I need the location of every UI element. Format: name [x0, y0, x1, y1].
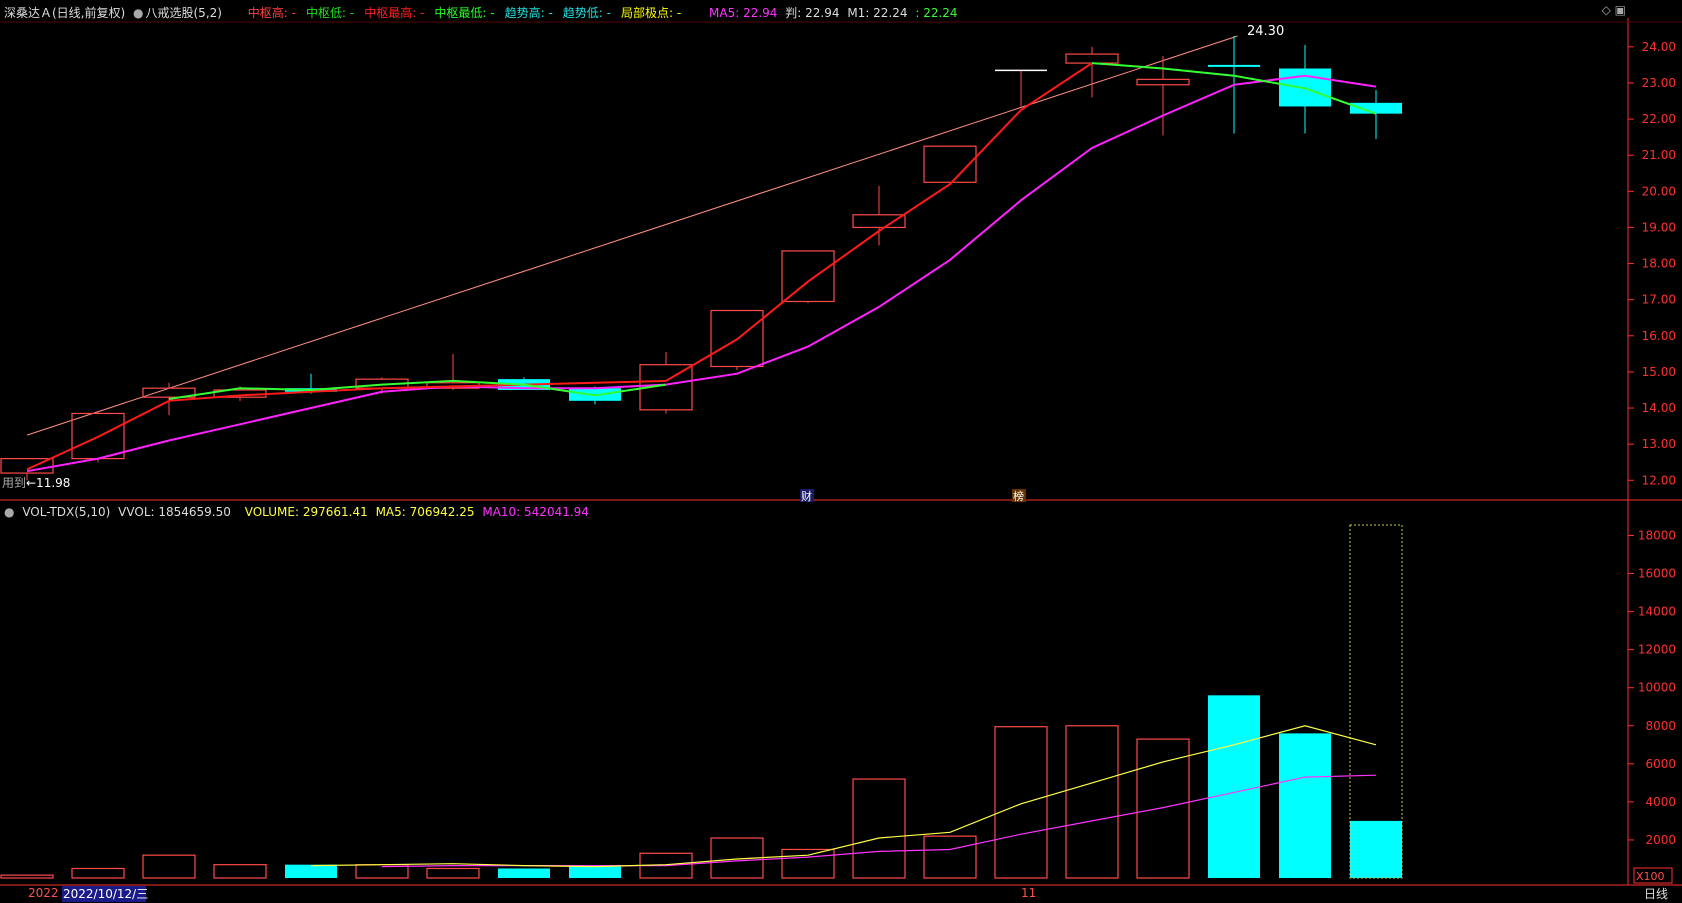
- price-tick-label: 12.00: [1642, 473, 1676, 487]
- price-tick-label: 20.00: [1642, 184, 1676, 198]
- volume-unit-label: X100: [1636, 870, 1665, 883]
- circle-icon: ●: [133, 6, 144, 20]
- ma-magenta-line: [26, 74, 1377, 473]
- volume-bar-down: [285, 864, 337, 878]
- price-tick-label: 16.00: [1642, 329, 1676, 343]
- indicator-item: 趋势高: -: [504, 6, 553, 20]
- volume-bar-up: [781, 848, 835, 879]
- indicator-name: 八戒选股(5,2): [145, 6, 222, 20]
- trendline: [26, 35, 1238, 436]
- candle-body-up: [1136, 78, 1190, 86]
- low-price-label: ←11.98: [26, 476, 70, 490]
- price-axis-ticks: 12.00 13.00 14.00 15.00 16.00 17.00 18.00 19.00…: [1628, 40, 1676, 487]
- volume-bar-down: [1208, 695, 1260, 878]
- volume-bar-up: [923, 835, 977, 879]
- volume-value: VOLUME: 297661.41: [244, 505, 368, 519]
- volume-tick-label: 12000: [1638, 643, 1676, 657]
- volume-bar-up: [852, 778, 906, 879]
- volume-tick-label: 6000: [1645, 757, 1676, 771]
- indicator-item: 中枢高: -: [247, 6, 296, 20]
- month-marker: 11: [1021, 886, 1036, 900]
- volume-tick-label: 14000: [1638, 605, 1676, 619]
- volume-tick-label: 10000: [1638, 681, 1676, 695]
- volume-bar-up: [426, 867, 480, 879]
- price-header: 深桑达Ａ(日线,前复权) ● 八戒选股(5,2) 中枢高: - 中枢低: - 中枢最高…: [4, 4, 962, 21]
- vol-ma10-value: MA10: 542041.94: [482, 505, 589, 519]
- finance-badge-label: 财: [801, 489, 812, 503]
- candle-body-up: [852, 214, 906, 229]
- pan-value: 判: 22.94: [785, 6, 840, 20]
- trendline-segment: [26, 35, 1238, 436]
- volume-circle-icon: ●: [4, 505, 15, 519]
- volume-bar-up: [71, 867, 125, 879]
- volume-tick-label: 18000: [1638, 528, 1676, 542]
- volume-tick-label: 16000: [1638, 567, 1676, 581]
- volume-bar-down: [498, 868, 550, 878]
- price-tick-label: 23.00: [1642, 76, 1676, 90]
- indicator-item: 中枢低: -: [305, 6, 355, 20]
- indicator-item: 中枢最高: -: [364, 6, 425, 20]
- indicator-item: 趋势低: -: [562, 6, 611, 20]
- low-price-prefix: 用到: [2, 476, 26, 490]
- volume-tick-label: 8000: [1645, 719, 1676, 733]
- date-label: 2022/10/12/三: [63, 887, 148, 901]
- indicator-item: 中枢最低: -: [434, 6, 495, 20]
- diamond-icon[interactable]: ◇: [1602, 3, 1611, 17]
- price-tick-label: 14.00: [1642, 401, 1676, 415]
- chart-frame: [0, 18, 1682, 886]
- price-tick-label: 17.00: [1642, 293, 1676, 307]
- price-tick-label: 22.00: [1642, 112, 1676, 126]
- ma5-value: MA5: 22.94: [709, 6, 778, 20]
- period-label[interactable]: 日线: [1644, 887, 1668, 901]
- volume-bar-up: [994, 726, 1048, 879]
- volume-bar-up: [213, 864, 267, 879]
- indicator-item: 局部极点: -: [621, 6, 682, 20]
- indicator-title[interactable]: ● 八戒选股(5,2): [133, 6, 226, 20]
- ma-red-line: [26, 62, 1093, 471]
- volume-bar-up: [142, 854, 196, 879]
- volume-bar-up: [1065, 725, 1119, 879]
- m2-value: : 22.24: [915, 6, 958, 20]
- volume-axis-ticks: 2000 4000 6000 8000 10000 12000 14000 16000 1800…: [1628, 528, 1676, 847]
- price-tick-label: 15.00: [1642, 365, 1676, 379]
- chart-canvas[interactable]: 12.00 13.00 14.00 15.00 16.00 17.00 18.00 19.00…: [0, 0, 1682, 903]
- volume-indicator-name[interactable]: VOL-TDX(5,10): [22, 505, 110, 519]
- volume-bar-up: [1136, 738, 1190, 879]
- volume-bars[interactable]: [0, 524, 1403, 879]
- volume-bar-down: [569, 866, 621, 878]
- price-tick-label: 19.00: [1642, 220, 1676, 234]
- price-tick-label: 18.00: [1642, 257, 1676, 271]
- candle-body-up: [1065, 53, 1119, 64]
- date-prefix-label: 2022: [28, 886, 59, 900]
- price-tick-label: 21.00: [1642, 148, 1676, 162]
- volume-tick-label: 2000: [1645, 833, 1676, 847]
- volume-bar-down: [1350, 820, 1402, 878]
- window-controls[interactable]: ◇ ▣: [1602, 3, 1626, 17]
- high-price-label: 24.30: [1247, 24, 1284, 39]
- price-tick-label: 13.00: [1642, 437, 1676, 451]
- price-tick-label: 24.00: [1642, 40, 1676, 54]
- volume-header: ● VOL-TDX(5,10) VVOL: 1854659.50 VOLUME:…: [4, 505, 593, 519]
- stock-title[interactable]: 深桑达Ａ(日线,前复权): [4, 6, 125, 20]
- moving-averages: [26, 62, 1377, 473]
- indicator-values: 中枢高: - 中枢低: - 中枢最高: - 中枢最低: - 趋势高: - 趋势低: - 局部…: [234, 6, 685, 20]
- m1-value: M1: 22.24: [847, 6, 908, 20]
- vvol-value: VVOL: 1854659.50: [118, 505, 231, 519]
- volume-bar-up: [0, 874, 54, 879]
- panel-toggle-icon[interactable]: ▣: [1615, 3, 1626, 17]
- candle-body-down: [1208, 64, 1260, 67]
- volume-tick-label: 4000: [1645, 795, 1676, 809]
- list-badge-label: 榜: [1013, 489, 1024, 503]
- candle-body-up: [781, 250, 835, 303]
- vol-ma5-value: MA5: 706942.25: [375, 505, 475, 519]
- volume-bar-down: [1279, 733, 1331, 878]
